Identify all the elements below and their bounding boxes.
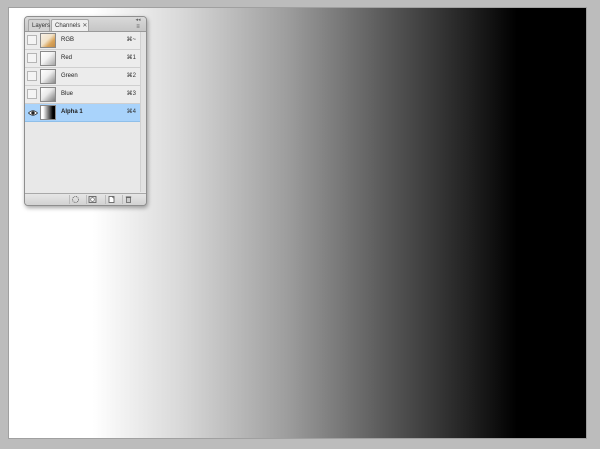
load-selection-button[interactable] — [69, 195, 80, 204]
load-selection-icon — [72, 196, 79, 203]
panel-footer — [25, 193, 146, 205]
workspace: Layers Channels ✕ ◂◂ ≡ RGB ⌘~ Red ⌘1 Gre… — [0, 0, 600, 449]
trash-icon — [125, 196, 132, 203]
tab-layers[interactable]: Layers — [28, 19, 50, 31]
channel-thumbnail — [40, 69, 56, 84]
channel-thumbnail — [40, 87, 56, 102]
visibility-toggle[interactable] — [27, 107, 38, 117]
visibility-toggle[interactable] — [27, 53, 37, 63]
visibility-toggle[interactable] — [27, 71, 37, 81]
channel-row-red[interactable]: Red ⌘1 — [25, 50, 146, 68]
channel-list: RGB ⌘~ Red ⌘1 Green ⌘2 Blue ⌘3 Alpha 1 ⌘… — [25, 32, 146, 122]
panel-scrollbar[interactable] — [140, 32, 146, 192]
panel-tab-bar: Layers Channels ✕ ◂◂ ≡ — [25, 17, 146, 32]
visibility-toggle[interactable] — [27, 35, 37, 45]
channel-thumbnail — [40, 51, 56, 66]
tab-channels[interactable]: Channels ✕ — [51, 19, 89, 31]
channel-row-rgb[interactable]: RGB ⌘~ — [25, 32, 146, 50]
channels-panel: Layers Channels ✕ ◂◂ ≡ RGB ⌘~ Red ⌘1 Gre… — [24, 16, 147, 206]
collapse-icon[interactable]: ◂◂ — [133, 18, 143, 23]
channel-name: Red — [61, 55, 73, 61]
channel-row-green[interactable]: Green ⌘2 — [25, 68, 146, 86]
channel-thumbnail — [40, 33, 56, 48]
eye-icon — [28, 110, 38, 116]
channel-name: Alpha 1 — [61, 109, 83, 115]
channel-shortcut: ⌘4 — [126, 109, 136, 115]
channel-name: RGB — [61, 37, 75, 43]
channel-shortcut: ⌘~ — [126, 37, 136, 43]
channel-shortcut: ⌘2 — [126, 73, 136, 79]
channel-shortcut: ⌘1 — [126, 55, 136, 61]
save-selection-icon — [88, 196, 97, 203]
save-selection-button[interactable] — [86, 195, 97, 204]
new-channel-icon — [108, 196, 115, 203]
channel-row-alpha-1[interactable]: Alpha 1 ⌘4 — [25, 104, 146, 122]
panel-menu-icon[interactable]: ≡ — [133, 24, 143, 30]
visibility-toggle[interactable] — [27, 89, 37, 99]
channel-shortcut: ⌘3 — [126, 91, 136, 97]
tab-layers-label: Layers — [32, 23, 51, 29]
close-icon[interactable]: ✕ — [82, 20, 87, 32]
channel-thumbnail — [40, 105, 56, 120]
delete-channel-button[interactable] — [122, 195, 133, 204]
channel-name: Green — [61, 73, 78, 79]
tab-channels-label: Channels — [55, 23, 81, 29]
new-channel-button[interactable] — [105, 195, 116, 204]
channel-name: Blue — [61, 91, 74, 97]
channel-row-blue[interactable]: Blue ⌘3 — [25, 86, 146, 104]
